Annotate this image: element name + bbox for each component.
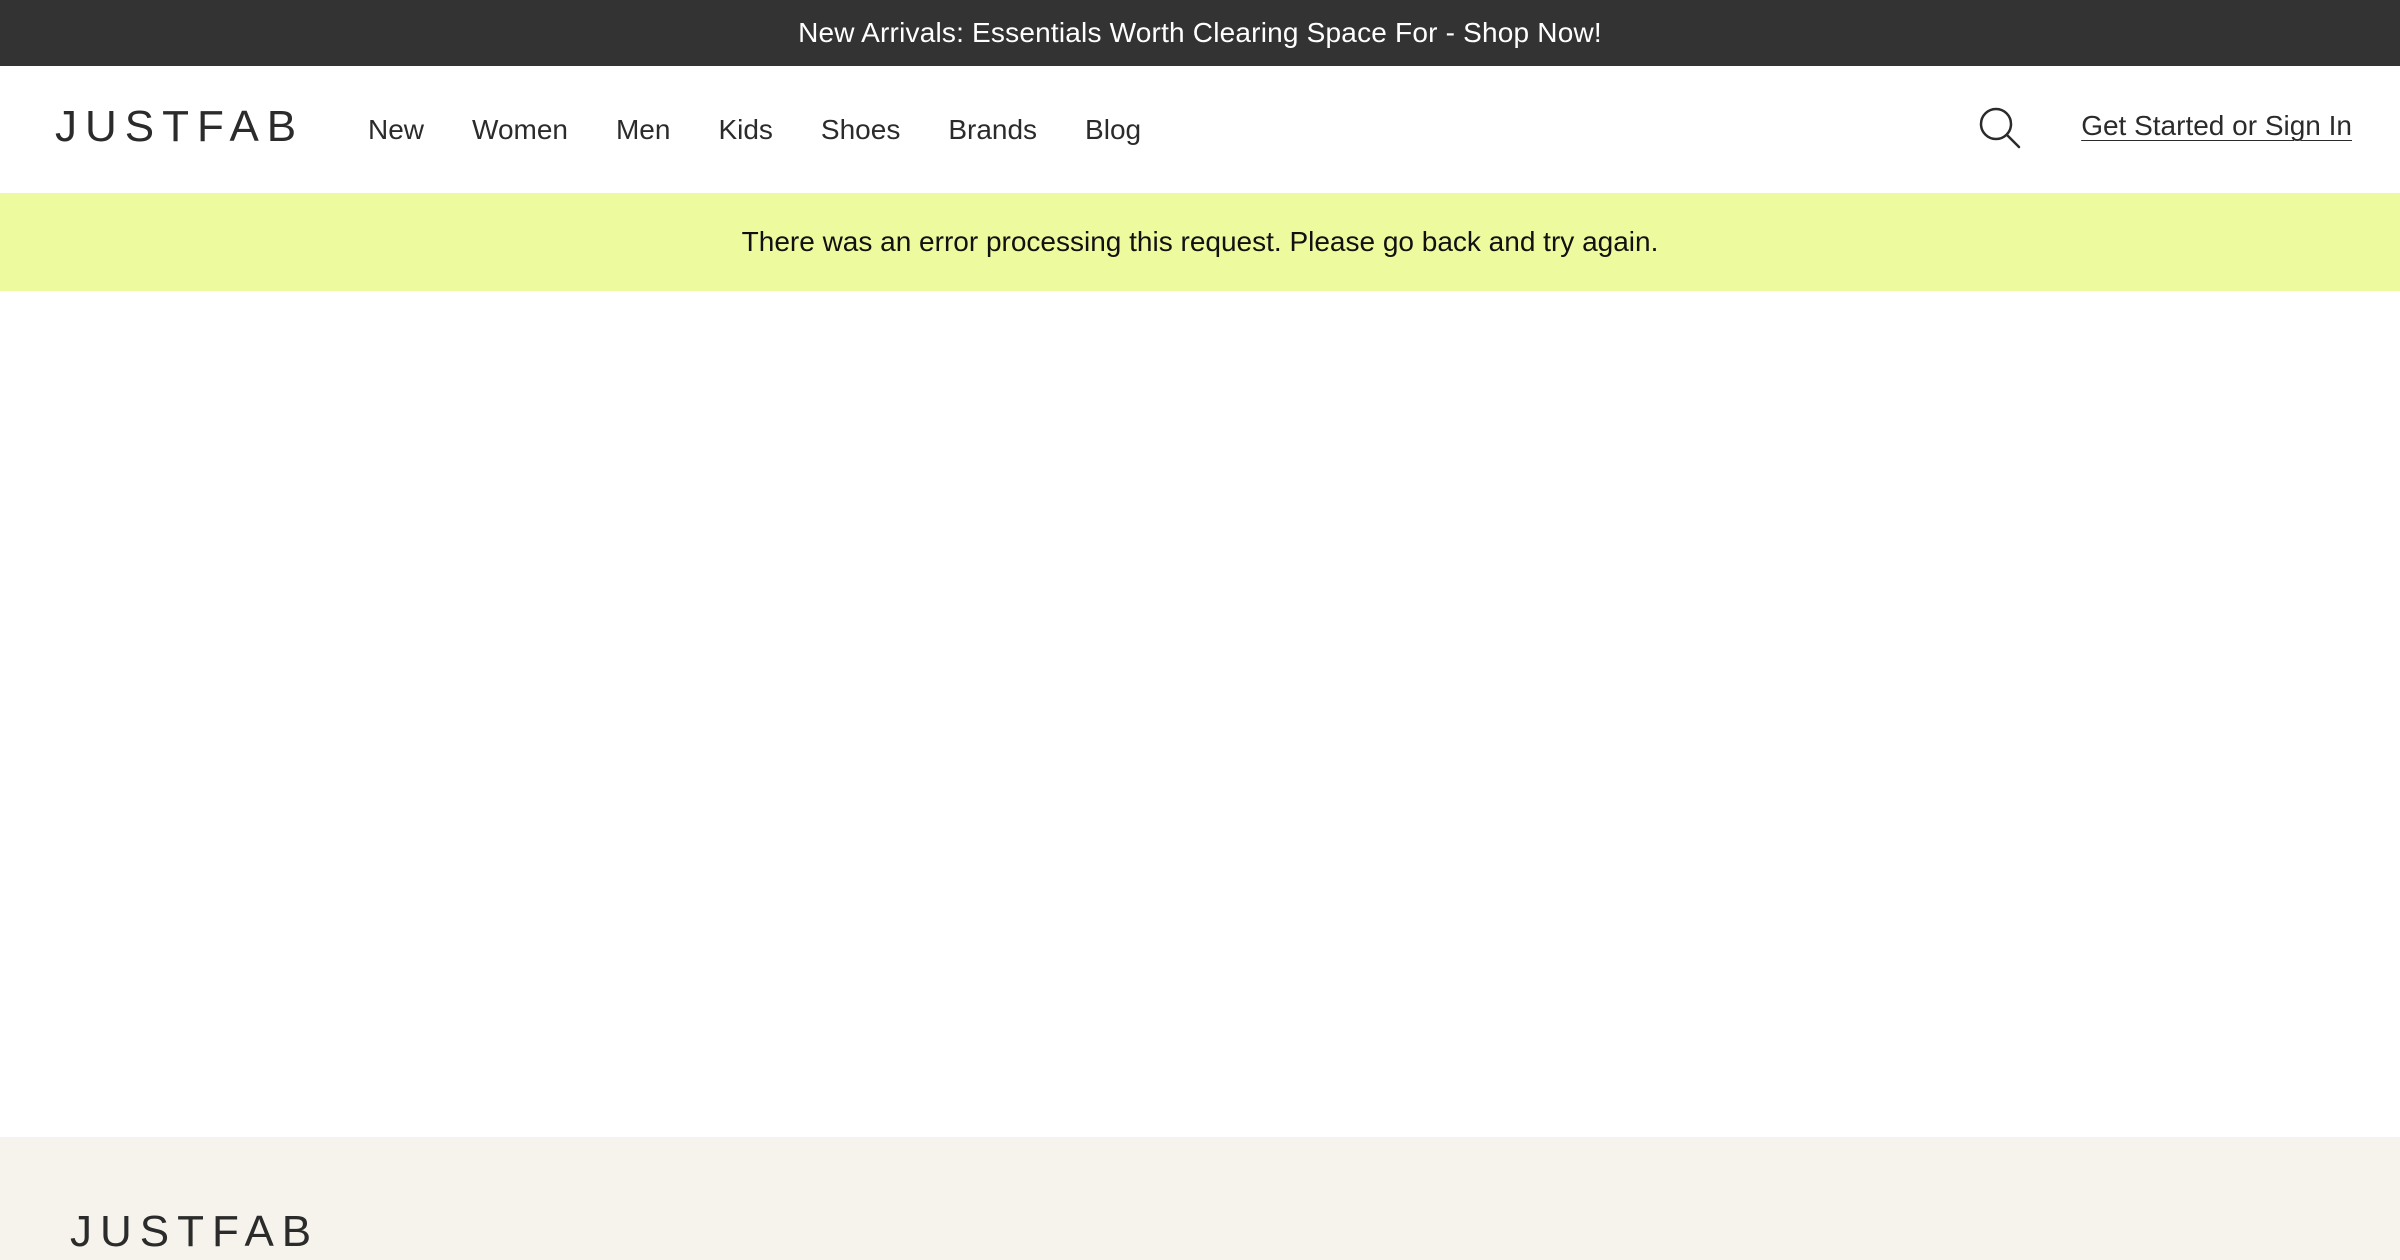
footer-logo[interactable]: JUSTFAB <box>70 1207 319 1257</box>
nav-item-new[interactable]: New <box>368 114 424 146</box>
nav-item-women[interactable]: Women <box>472 114 568 146</box>
site-logo[interactable]: JUSTFAB <box>55 102 304 152</box>
search-button[interactable] <box>1978 106 2022 150</box>
nav-item-shoes[interactable]: Shoes <box>821 114 900 146</box>
error-banner: There was an error processing this reque… <box>0 193 2400 291</box>
promo-bar[interactable]: New Arrivals: Essentials Worth Clearing … <box>0 0 2400 66</box>
site-footer: JUSTFAB <box>0 1137 2400 1260</box>
nav-item-kids[interactable]: Kids <box>718 114 772 146</box>
nav-item-men[interactable]: Men <box>616 114 670 146</box>
search-icon <box>1979 107 2021 149</box>
signin-link[interactable]: Get Started or Sign In <box>2081 110 2352 142</box>
nav-item-brands[interactable]: Brands <box>948 114 1037 146</box>
promo-text[interactable]: New Arrivals: Essentials Worth Clearing … <box>798 17 1602 49</box>
error-message: There was an error processing this reque… <box>741 226 1659 257</box>
main-content <box>0 291 2400 1137</box>
site-header: JUSTFAB New Women Men Kids Shoes Brands … <box>0 66 2400 193</box>
main-nav: New Women Men Kids Shoes Brands Blog <box>368 66 1189 193</box>
nav-item-blog[interactable]: Blog <box>1085 114 1141 146</box>
